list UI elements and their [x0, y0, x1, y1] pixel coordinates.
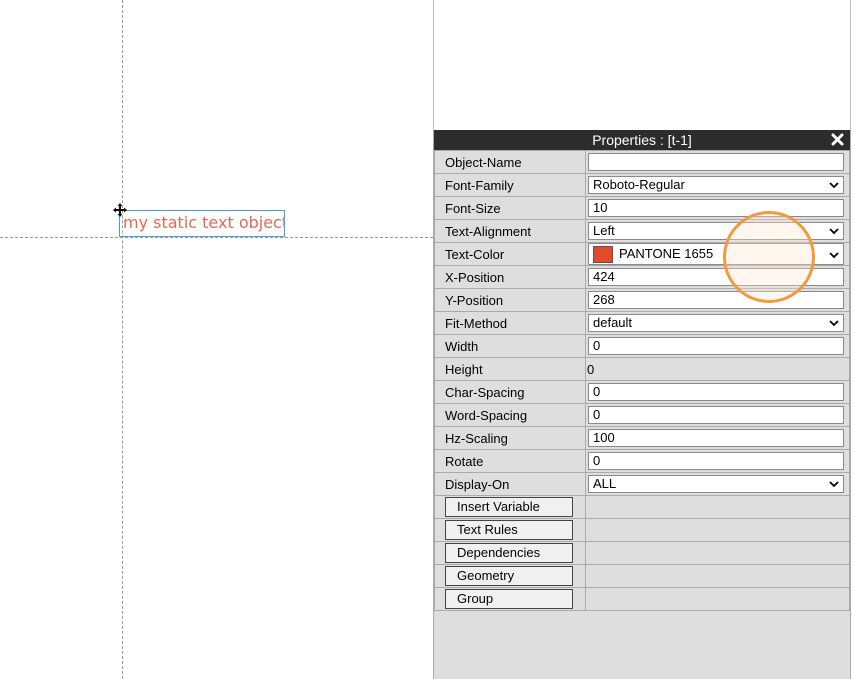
fit-method-value: default [593, 315, 633, 330]
panel-blank-area [433, 0, 851, 130]
design-canvas[interactable]: my static text object [0, 0, 433, 679]
horizontal-guide-line [0, 237, 433, 238]
properties-header: Properties : [t-1] [434, 130, 850, 150]
row-font-family: Font-Family Roboto-Regular [434, 173, 850, 197]
row-geometry: Geometry [434, 564, 850, 588]
row-fit-method: Fit-Method default [434, 311, 850, 335]
font-size-input[interactable]: 10 [588, 199, 844, 217]
text-rules-button[interactable]: Text Rules [445, 520, 573, 540]
label-object-name: Object-Name [434, 150, 586, 174]
geometry-button[interactable]: Geometry [445, 566, 573, 586]
vertical-guide-line [122, 0, 123, 679]
label-y-position: Y-Position [434, 288, 586, 312]
row-object-name: Object-Name [434, 150, 850, 174]
properties-title: Properties : [t-1] [592, 132, 692, 148]
row-display-on: Display-On ALL [434, 472, 850, 496]
label-word-spacing: Word-Spacing [434, 403, 586, 427]
word-spacing-input[interactable]: 0 [588, 406, 844, 424]
row-dependencies: Dependencies [434, 541, 850, 565]
label-fit-method: Fit-Method [434, 311, 586, 335]
rotate-input[interactable]: 0 [588, 452, 844, 470]
label-text-alignment: Text-Alignment [434, 219, 586, 243]
text-color-value: PANTONE 1655 [619, 246, 714, 261]
label-hz-scaling: Hz-Scaling [434, 426, 586, 450]
label-char-spacing: Char-Spacing [434, 380, 586, 404]
text-alignment-value: Left [593, 223, 615, 238]
row-rotate: Rotate 0 [434, 449, 850, 473]
label-font-size: Font-Size [434, 196, 586, 220]
display-on-value: ALL [593, 476, 617, 491]
group-button[interactable]: Group [445, 589, 573, 609]
height-value: 0 [587, 361, 595, 377]
label-text-color: Text-Color [434, 242, 586, 266]
close-icon[interactable] [831, 133, 844, 146]
chevron-down-icon [829, 182, 839, 189]
label-display-on: Display-On [434, 472, 586, 496]
chevron-down-icon [829, 320, 839, 327]
object-name-input[interactable] [588, 153, 844, 171]
row-width: Width 0 [434, 334, 850, 358]
dependencies-button[interactable]: Dependencies [445, 543, 573, 563]
static-text-object[interactable]: my static text object [119, 210, 285, 237]
font-family-select[interactable]: Roboto-Regular [588, 176, 844, 194]
row-insert-variable: Insert Variable [434, 495, 850, 519]
label-font-family: Font-Family [434, 173, 586, 197]
chevron-down-icon [829, 481, 839, 488]
fit-method-select[interactable]: default [588, 314, 844, 332]
properties-panel: Properties : [t-1] Object-Name Font-Fami… [433, 130, 851, 679]
row-text-rules: Text Rules [434, 518, 850, 542]
row-char-spacing: Char-Spacing 0 [434, 380, 850, 404]
label-rotate: Rotate [434, 449, 586, 473]
label-height: Height [434, 357, 586, 381]
move-icon[interactable] [113, 203, 127, 217]
chevron-down-icon [829, 228, 839, 235]
cursor-highlight-ring [723, 211, 815, 303]
row-height: Height 0 [434, 357, 850, 381]
width-input[interactable]: 0 [588, 337, 844, 355]
char-spacing-input[interactable]: 0 [588, 383, 844, 401]
font-family-value: Roboto-Regular [593, 177, 685, 192]
display-on-select[interactable]: ALL [588, 475, 844, 493]
color-swatch [593, 246, 613, 264]
label-x-position: X-Position [434, 265, 586, 289]
row-group: Group [434, 587, 850, 611]
label-width: Width [434, 334, 586, 358]
y-position-input[interactable]: 268 [588, 291, 844, 309]
insert-variable-button[interactable]: Insert Variable [445, 497, 573, 517]
row-hz-scaling: Hz-Scaling 100 [434, 426, 850, 450]
hz-scaling-input[interactable]: 100 [588, 429, 844, 447]
chevron-down-icon [829, 252, 839, 259]
row-word-spacing: Word-Spacing 0 [434, 403, 850, 427]
